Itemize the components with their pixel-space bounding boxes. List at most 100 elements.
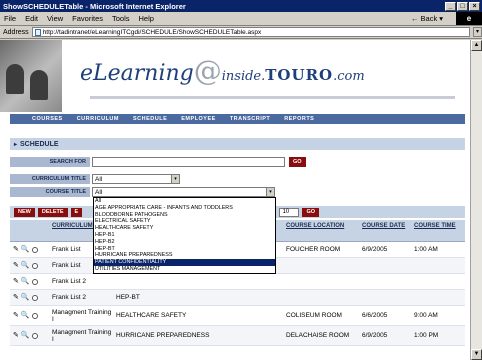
nav-employee[interactable]: EMPLOYEE [181,116,216,122]
curriculum-select-value: All [95,175,103,183]
row-select-radio[interactable] [31,332,38,339]
edit-icon[interactable]: ✎ [13,278,19,285]
course-label: COURSE TITLE [10,187,90,197]
row-select-radio[interactable] [31,246,38,253]
row-location: DELACHAISE ROOM [286,332,350,339]
chevron-down-icon[interactable]: ▾ [266,188,274,196]
page-scrollbar[interactable]: ▲ ▼ [470,40,482,360]
course-option[interactable]: HURRICANE PREPAREDNESS [94,252,275,259]
view-icon[interactable]: 🔍 [21,246,30,253]
menu-view[interactable]: View [47,14,63,23]
course-option[interactable]: HEALTHCARE SAFETY [94,225,275,232]
course-option[interactable]: AGE APPROPRIATE CARE - INFANTS AND TODDL… [94,205,275,212]
row-course: HEP-BT [116,294,140,301]
view-icon[interactable]: 🔍 [21,332,30,339]
nav-curriculum[interactable]: CURRICULUM [77,116,119,122]
ie-logo-icon: e [456,12,482,25]
search-label: SEARCH FOR [10,157,90,167]
course-option[interactable]: ELECTRICAL SAFETY [94,218,275,225]
row-actions: ✎ 🔍 [10,262,50,269]
header-actions [10,220,50,241]
row-course: HURRICANE PREPAREDNESS [116,332,210,339]
menu-tools[interactable]: Tools [112,14,130,23]
nav-schedule[interactable]: SCHEDULE [133,116,167,122]
course-select[interactable]: All ▾ [92,187,275,197]
row-actions: ✎ 🔍 [10,312,50,319]
header-course-location[interactable]: COURSE LOCATION [284,220,360,241]
banner-photo [0,40,62,112]
menu-file[interactable]: File [4,14,16,23]
view-icon[interactable]: 🔍 [21,312,30,319]
section-marker-icon: ▸ [14,141,18,148]
course-option[interactable]: PATIENT CONFIDENTIALITY [94,259,275,266]
section-header: ▸ SCHEDULE [10,138,465,150]
search-go-button[interactable]: GO [289,157,306,167]
course-option[interactable]: UTILITIES MANAGEMENT [94,266,275,273]
row-date: 6/6/2005 [362,312,388,319]
close-button[interactable]: × [469,1,480,11]
logo-at: @ [193,54,222,87]
header-course-date[interactable]: COURSE DATE [360,220,412,241]
view-icon[interactable]: 🔍 [21,278,30,285]
page-icon [34,28,41,36]
view-icon[interactable]: 🔍 [21,294,30,301]
course-option[interactable]: All [94,198,275,205]
row-curriculum: Managment Training I [52,328,112,343]
nav-reports[interactable]: REPORTS [284,116,314,122]
menu-edit[interactable]: Edit [25,14,38,23]
row-select-radio[interactable] [31,262,38,269]
page-size-input[interactable]: 10 [279,207,300,217]
new-button[interactable]: NEW [14,207,35,217]
course-option[interactable]: BLOODBORNE PATHOGENS [94,212,275,219]
row-location: FOUCHER ROOM [286,246,341,253]
course-option[interactable]: HEP-BT [94,246,275,253]
curriculum-select[interactable]: All ▾ [92,174,180,184]
view-icon[interactable]: 🔍 [21,262,30,269]
edit-icon[interactable]: ✎ [13,312,19,319]
header-course-time[interactable]: COURSE TIME [412,220,465,241]
maximize-button[interactable]: □ [457,1,468,11]
edit-icon[interactable]: ✎ [13,294,19,301]
delete-button[interactable]: DELETE [37,207,68,217]
edit-icon[interactable]: ✎ [13,246,19,253]
back-button[interactable]: ← Back ▾ [411,14,447,23]
row-select-radio[interactable] [31,312,38,319]
row-curriculum: Frank List 2 [52,294,86,301]
address-url: http://tadintranet/eLearningITCgdi/SCHED… [42,28,262,36]
back-dropdown-icon[interactable]: ▾ [439,14,443,23]
menu-favorites[interactable]: Favorites [72,14,103,23]
chevron-down-icon[interactable]: ▾ [171,175,179,183]
edit-icon[interactable]: ✎ [13,332,19,339]
search-input[interactable] [92,157,285,167]
nav-transcript[interactable]: TRANSCRIPT [230,116,270,122]
edit-icon[interactable]: ✎ [13,262,19,269]
curriculum-row: CURRICULUM TITLE All ▾ [10,173,465,185]
address-dropdown-icon[interactable]: ▾ [473,27,482,37]
scroll-up-icon[interactable]: ▲ [471,40,482,51]
banner-divider [90,96,455,99]
table-row: ✎ 🔍 Managment Training I HEALTHCARE SAFE… [10,306,465,326]
banner-photo-person [6,64,24,94]
course-select-value: All [95,188,103,196]
row-curriculum: Managment Training I [52,308,112,323]
row-actions: ✎ 🔍 [10,246,50,253]
row-course: HEALTHCARE SAFETY [116,312,187,319]
row-select-radio[interactable] [31,294,38,301]
edit-button[interactable]: E [70,207,83,217]
site-logo[interactable]: eLearning@inside.TOURO.com [80,54,365,87]
page-size-go-button[interactable]: GO [302,207,319,217]
row-date: 6/9/2005 [362,246,388,253]
menu-help[interactable]: Help [139,14,154,23]
address-input[interactable]: http://tadintranet/eLearningITCgdi/SCHED… [31,27,470,37]
course-option[interactable]: HEP-B1 [94,232,275,239]
row-select-radio[interactable] [31,278,38,285]
course-option[interactable]: HEP-B2 [94,239,275,246]
curriculum-label: CURRICULUM TITLE [10,174,90,184]
row-location: COLISEUM ROOM [286,312,342,319]
scroll-down-icon[interactable]: ▼ [471,349,482,360]
back-label: Back [420,14,438,23]
minimize-button[interactable]: _ [445,1,456,11]
logo-main: eLearning [80,61,194,86]
row-curriculum: Frank List 2 [52,278,86,285]
nav-courses[interactable]: COURSES [32,116,63,122]
